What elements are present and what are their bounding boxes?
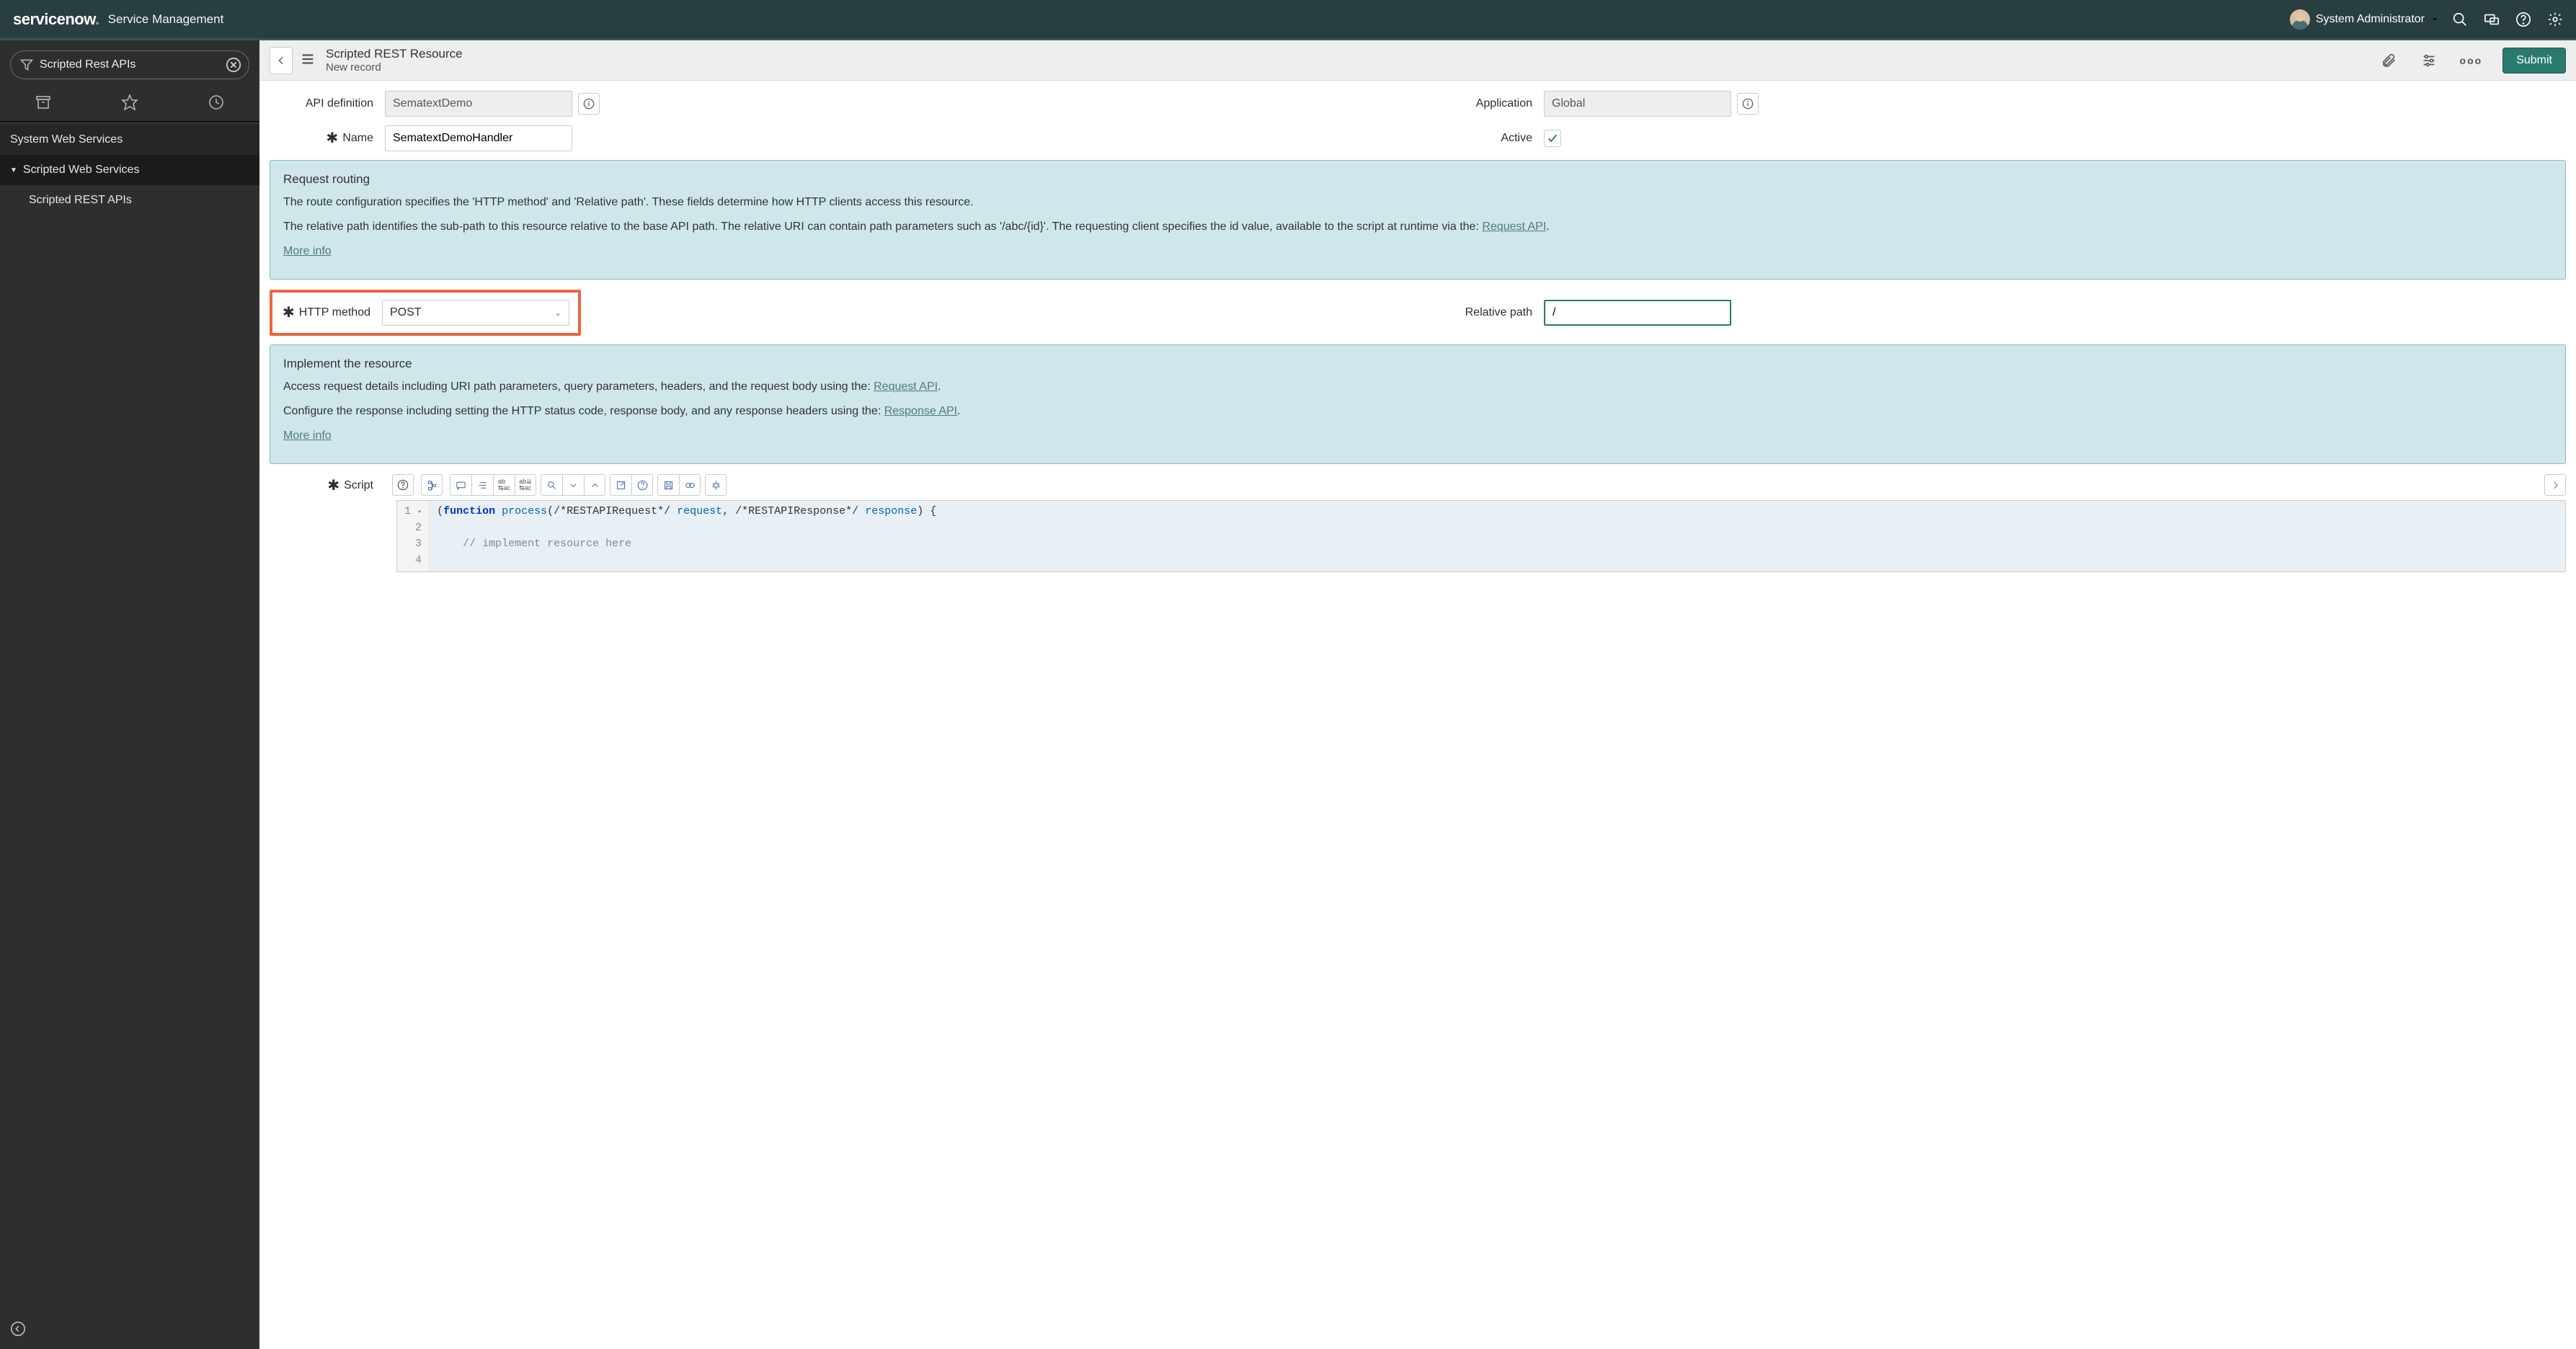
chat-icon[interactable] <box>2484 12 2500 27</box>
help-icon[interactable] <box>2515 12 2531 27</box>
editor-gutter: 1 ▾ 2 3 4 <box>397 501 430 571</box>
top-bar: servicenow. Service Management System Ad… <box>0 0 2576 40</box>
format-icon[interactable] <box>471 474 493 496</box>
nav-group-scripted-web-services[interactable]: ▼Scripted Web Services <box>0 155 259 185</box>
form-subtitle: New record <box>326 61 463 74</box>
replace-icon[interactable]: ab⇆ac <box>493 474 515 496</box>
request-api-link[interactable]: Request API <box>874 380 938 393</box>
active-checkbox[interactable] <box>1544 130 1561 147</box>
logo: servicenow. <box>13 10 99 29</box>
up-icon[interactable] <box>584 474 605 496</box>
api-definition-field <box>385 91 572 117</box>
api-definition-label: API definition <box>270 97 385 110</box>
archive-icon[interactable] <box>35 94 52 111</box>
callout-text: Configure the response including setting… <box>283 403 2552 420</box>
main-content: Scripted REST Resource New record ooo Su… <box>259 40 2576 1349</box>
filter-icon <box>19 58 34 72</box>
nav-filter-input[interactable] <box>40 58 220 71</box>
script-tree-icon[interactable] <box>421 474 443 496</box>
name-label: Name <box>342 132 373 145</box>
more-info-link[interactable]: More info <box>283 429 332 442</box>
response-api-link[interactable]: Response API <box>884 405 957 417</box>
active-label: Active <box>1429 132 1544 145</box>
required-icon: ✱ <box>283 306 295 320</box>
more-actions-button[interactable]: ooo <box>2453 55 2490 66</box>
expand-icon[interactable] <box>2544 474 2566 496</box>
name-field[interactable] <box>385 125 572 151</box>
collapse-icon[interactable] <box>10 1321 26 1337</box>
nav-item-scripted-rest-apis[interactable]: Scripted REST APIs <box>0 185 259 215</box>
search-code-icon[interactable] <box>541 474 562 496</box>
application-info-icon[interactable] <box>1737 93 1759 115</box>
callout-text: The relative path identifies the sub-pat… <box>283 218 2552 236</box>
avatar <box>2290 9 2310 30</box>
http-method-label: HTTP method <box>299 306 370 319</box>
form-header: Scripted REST Resource New record ooo Su… <box>259 40 2576 81</box>
script-help-icon[interactable] <box>392 474 414 496</box>
callout-heading: Request routing <box>283 172 2552 187</box>
popout-icon[interactable] <box>610 474 631 496</box>
clear-icon[interactable] <box>226 57 241 73</box>
editor-code[interactable]: (function process(/*RESTAPIRequest*/ req… <box>430 501 2565 571</box>
sidebar: System Web Services ▼Scripted Web Servic… <box>0 40 259 1349</box>
comment-icon[interactable] <box>450 474 471 496</box>
required-icon: ✱ <box>327 131 339 146</box>
chevron-down-icon <box>2430 15 2439 24</box>
replace-all-icon[interactable]: ab⇊⇆ac <box>515 474 536 496</box>
application-label: Application <box>1429 97 1544 110</box>
history-icon[interactable] <box>208 94 225 111</box>
request-routing-callout: Request routing The route configuration … <box>270 160 2566 280</box>
form-title: Scripted REST Resource <box>326 47 463 61</box>
product-name: Service Management <box>108 12 224 27</box>
user-name: System Administrator <box>2316 13 2425 26</box>
gear-icon[interactable] <box>2547 12 2563 27</box>
save-icon[interactable] <box>657 474 679 496</box>
relative-path-field[interactable] <box>1544 300 1731 326</box>
script-editor[interactable]: 1 ▾ 2 3 4 (function process(/*RESTAPIReq… <box>396 500 2566 572</box>
toggle-icon[interactable] <box>679 474 701 496</box>
nav-section-system-web-services: System Web Services <box>0 125 259 155</box>
debug-icon[interactable] <box>705 474 727 496</box>
callout-text: Access request details including URI pat… <box>283 378 2552 396</box>
star-icon[interactable] <box>121 94 138 111</box>
user-menu[interactable]: System Administrator <box>2290 9 2439 30</box>
implement-resource-callout: Implement the resource Access request de… <box>270 344 2566 464</box>
attachment-icon[interactable] <box>2381 53 2397 68</box>
callout-heading: Implement the resource <box>283 357 2552 371</box>
script-label: Script <box>344 479 373 492</box>
nav-filter[interactable] <box>10 50 249 79</box>
settings-icon[interactable] <box>2421 53 2437 68</box>
back-button[interactable] <box>270 47 293 74</box>
chevron-down-icon: ⌄ <box>554 308 561 318</box>
required-icon: ✱ <box>327 478 339 493</box>
http-method-select[interactable]: POST ⌄ <box>382 300 569 326</box>
submit-button[interactable]: Submit <box>2502 48 2566 74</box>
application-field <box>1544 91 1731 117</box>
callout-text: The route configuration specifies the 'H… <box>283 194 2552 211</box>
context-menu-button[interactable] <box>300 51 316 69</box>
search-icon[interactable] <box>2452 12 2468 27</box>
more-info-link[interactable]: More info <box>283 245 332 257</box>
help-circle-icon[interactable] <box>631 474 653 496</box>
api-definition-info-icon[interactable] <box>578 93 600 115</box>
request-api-link[interactable]: Request API <box>1482 221 1546 233</box>
http-method-highlight: ✱ HTTP method POST ⌄ <box>270 290 581 336</box>
relative-path-label: Relative path <box>1429 306 1544 319</box>
down-icon[interactable] <box>562 474 584 496</box>
